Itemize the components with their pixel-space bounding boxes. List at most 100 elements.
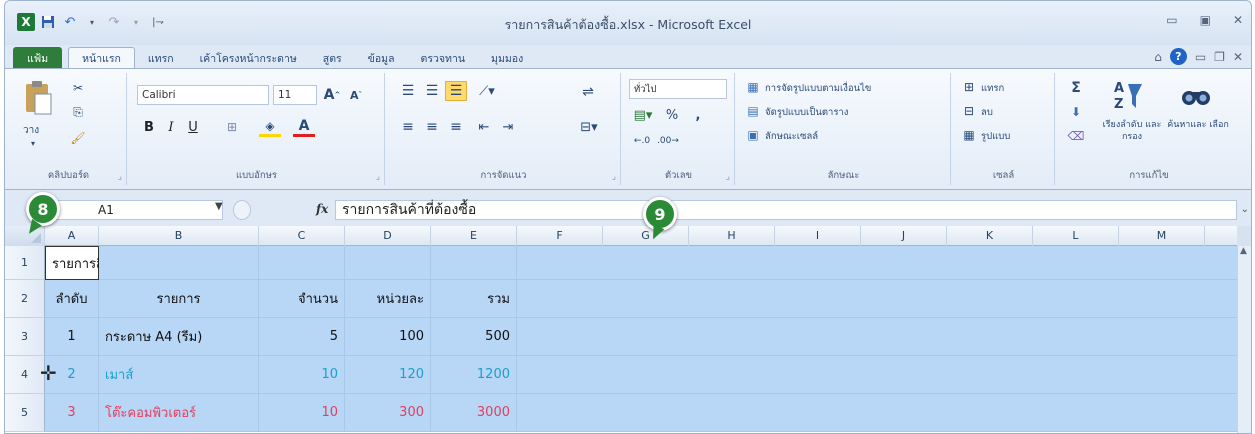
column-header-k[interactable]: K	[947, 226, 1033, 246]
fill-color-icon[interactable]: ◈	[259, 117, 281, 137]
row-header[interactable]: 4	[5, 356, 45, 394]
row-header[interactable]: 5	[5, 394, 45, 432]
row-header[interactable]: 3	[5, 318, 45, 356]
italic-button[interactable]: I	[161, 117, 181, 137]
increase-decimal-icon[interactable]: ←.0	[631, 131, 653, 151]
shrink-font-icon[interactable]: Aˇ	[345, 85, 367, 105]
column-header-i[interactable]: I	[775, 226, 861, 246]
copy-icon[interactable]: ⎘	[69, 103, 87, 121]
tab-formulas[interactable]: สูตร	[310, 47, 355, 69]
alignment-launcher-icon[interactable]: ⌟	[612, 172, 616, 182]
cell-b1[interactable]	[99, 246, 259, 280]
cell-e1[interactable]	[431, 246, 517, 280]
cell-d1[interactable]	[345, 246, 431, 280]
cell-a2[interactable]: ลำดับ	[45, 280, 99, 318]
cell-e4[interactable]: 1200	[431, 356, 517, 394]
increase-indent-icon[interactable]: ⇥	[497, 117, 519, 137]
cell-c3[interactable]: 5	[259, 318, 345, 356]
tab-file[interactable]: แฟ้ม	[13, 47, 63, 69]
cell-c4[interactable]: 10	[259, 356, 345, 394]
cell-b4[interactable]: เมาส์	[99, 356, 259, 394]
comma-button[interactable]: ,	[689, 105, 707, 125]
percent-button[interactable]: %	[663, 105, 681, 125]
format-table-icon[interactable]: ▤	[745, 103, 761, 119]
help-icon[interactable]: ?	[1169, 48, 1187, 65]
cell-d2[interactable]: หน่วยละ	[345, 280, 431, 318]
format-table-label[interactable]: จัดรูปแบบเป็นตาราง	[765, 105, 848, 120]
column-header-m[interactable]: M	[1119, 226, 1205, 246]
cell-empty[interactable]	[517, 318, 1251, 356]
name-box-dropdown-icon[interactable]: ▼	[215, 201, 223, 212]
cell-e2[interactable]: รวม	[431, 280, 517, 318]
cell-b3[interactable]: กระดาษ A4 (รีม)	[99, 318, 259, 356]
cell-e5[interactable]: 3000	[431, 394, 517, 432]
font-name-dropdown[interactable]: Calibri	[137, 85, 269, 105]
cell-empty[interactable]	[517, 246, 1251, 280]
close-icon[interactable]: ✕	[1233, 13, 1243, 27]
find-select-label[interactable]: ค้นหาและ เลือก	[1167, 119, 1229, 131]
column-header-d[interactable]: D	[345, 226, 431, 246]
tab-page-layout[interactable]: เค้าโครงหน้ากระดาษ	[187, 47, 310, 69]
row-header[interactable]: 2	[5, 280, 45, 318]
column-header-l[interactable]: L	[1033, 226, 1119, 246]
column-header-j[interactable]: J	[861, 226, 947, 246]
tab-data[interactable]: ข้อมูล	[355, 47, 408, 69]
bold-button[interactable]: B	[139, 117, 159, 137]
ribbon-minimize-icon[interactable]: ⌂	[1154, 50, 1162, 64]
currency-icon[interactable]: ▤▾	[631, 105, 655, 125]
delete-cells-label[interactable]: ลบ	[981, 105, 993, 120]
delete-cells-icon[interactable]: ⊟	[961, 103, 977, 119]
align-right-icon[interactable]: ≡	[445, 117, 467, 137]
cell-styles-label[interactable]: ลักษณะเซลล์	[765, 129, 818, 144]
cell-d4[interactable]: 120	[345, 356, 431, 394]
column-header-c[interactable]: C	[259, 226, 345, 246]
fill-icon[interactable]: ⬇	[1065, 103, 1087, 121]
row-header[interactable]: 1	[5, 246, 45, 280]
name-box[interactable]: A1	[53, 200, 223, 220]
cell-empty[interactable]	[517, 356, 1251, 394]
scroll-up-icon[interactable]: ▲	[1240, 246, 1247, 256]
formula-bar-handle-icon[interactable]	[233, 200, 251, 220]
find-select-icon[interactable]	[1179, 77, 1213, 113]
format-painter-icon[interactable]: 🖌	[69, 129, 87, 147]
cell-a5[interactable]: 3	[45, 394, 99, 432]
insert-cells-icon[interactable]: ⊞	[961, 79, 977, 95]
format-cells-icon[interactable]: ▦	[961, 127, 977, 143]
align-center-icon[interactable]: ≡	[421, 117, 443, 137]
doc-close-icon[interactable]: ✕	[1233, 50, 1243, 64]
expand-formula-bar-icon[interactable]: ⌄	[1241, 204, 1249, 215]
cell-c1[interactable]	[259, 246, 345, 280]
number-format-dropdown[interactable]: ทั่วไป	[629, 79, 727, 99]
align-bottom-icon[interactable]: ☰	[445, 81, 467, 101]
font-size-dropdown[interactable]: 11	[273, 85, 317, 105]
clipboard-launcher-icon[interactable]: ⌟	[118, 172, 122, 182]
paste-icon[interactable]	[21, 79, 55, 117]
autosum-button[interactable]: Σ	[1065, 79, 1087, 97]
cell-c5[interactable]: 10	[259, 394, 345, 432]
minimize-icon[interactable]: ▭	[1166, 13, 1177, 27]
tab-view[interactable]: มุมมอง	[478, 47, 536, 69]
conditional-format-icon[interactable]: ▦	[745, 79, 761, 95]
wrap-text-icon[interactable]: ⇌	[577, 81, 599, 103]
maximize-icon[interactable]: ▣	[1200, 13, 1211, 27]
vertical-scrollbar[interactable]: ▲	[1237, 226, 1251, 433]
sort-filter-label[interactable]: เรียงลำดับ และกรอง	[1101, 119, 1163, 143]
format-cells-label[interactable]: รูปแบบ	[981, 129, 1010, 144]
insert-cells-label[interactable]: แทรก	[981, 81, 1004, 96]
merge-center-icon[interactable]: ⊟▾	[575, 117, 603, 137]
cell-c2[interactable]: จำนวน	[259, 280, 345, 318]
cell-empty[interactable]	[517, 394, 1251, 432]
insert-function-button[interactable]: fx	[316, 202, 328, 216]
cell-e3[interactable]: 500	[431, 318, 517, 356]
align-top-icon[interactable]: ☰	[397, 81, 419, 101]
column-header-g[interactable]: G	[603, 226, 689, 246]
number-launcher-icon[interactable]: ⌟	[726, 172, 730, 182]
column-header-a[interactable]: A	[45, 226, 99, 246]
font-launcher-icon[interactable]: ⌟	[376, 172, 380, 182]
paste-dropdown-icon[interactable]: ▾	[31, 139, 35, 148]
decrease-indent-icon[interactable]: ⇤	[473, 117, 495, 137]
align-left-icon[interactable]: ≡	[397, 117, 419, 137]
split-box[interactable]	[1237, 226, 1251, 246]
orientation-icon[interactable]: ⟋▾	[473, 81, 501, 101]
cell-d3[interactable]: 100	[345, 318, 431, 356]
